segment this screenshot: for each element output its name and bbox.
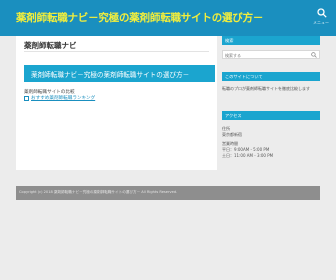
search-icon[interactable] [311,52,317,58]
about-text: 転職のプロが薬剤師転職サイトを徹底比較します [222,86,310,91]
address-value: 東京都新宿 [222,132,242,137]
sidebar: 検索 このサイトについて 転職のプロが薬剤師転職サイトを徹底比較します アクセス… [222,36,320,170]
widget-title: アクセス [225,113,242,118]
search-icon[interactable] [317,8,327,18]
main-content: 薬剤師転職ナビ 薬剤師転職ナビ－究極の薬剤師転職サイトの選び方－ 薬剤師転職サイ… [16,36,217,170]
about-widget-heading: このサイトについて [222,72,320,81]
page-title: 薬剤師転職ナビ [24,41,77,50]
search-box[interactable] [222,50,320,59]
menu-label[interactable]: メニュー [313,20,329,26]
search-input[interactable] [225,52,307,58]
search-widget-heading: 検索 [222,36,320,45]
copyright: Copyright (c) 2018 薬剤師転職ナビ－究極の薬剤師転職サイトの選… [19,190,178,194]
ranking-link-row[interactable]: おすすめ薬剤師転職ランキング [24,95,95,101]
divider [24,51,209,52]
ranking-link[interactable]: おすすめ薬剤師転職ランキング [31,95,95,101]
site-title[interactable]: 薬剤師転職ナビ－究極の薬剤師転職サイトの選び方－ [16,10,263,25]
hours-weekend: 土日：11:00 AM - 3:00 PM [222,153,274,158]
article-banner: 薬剤師転職ナビ－究極の薬剤師転職サイトの選び方－ [24,65,215,82]
banner-title: 薬剤師転職ナビ－究極の薬剤師転職サイトの選び方－ [31,71,190,79]
widget-title: このサイトについて [225,74,263,79]
site-header: 薬剤師転職ナビ－究極の薬剤師転職サイトの選び方－ メニュー [0,0,336,36]
widget-title: 検索 [225,38,234,43]
site-footer: Copyright (c) 2018 薬剤師転職ナビ－究極の薬剤師転職サイトの選… [16,186,320,200]
image-icon [24,95,29,101]
access-widget-heading: アクセス [222,111,320,120]
